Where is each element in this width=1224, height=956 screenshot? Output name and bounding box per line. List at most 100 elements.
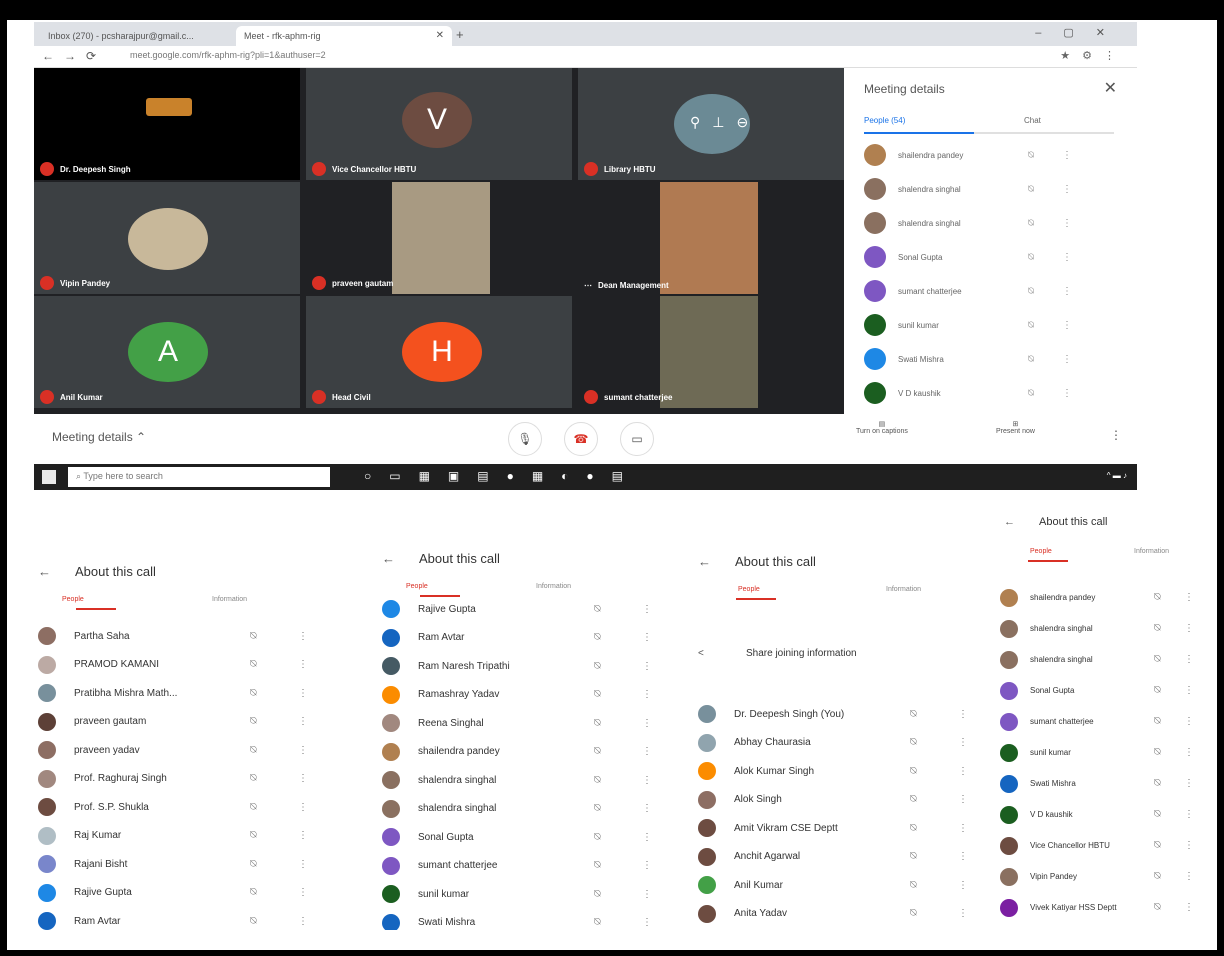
participant-row[interactable]: Rajive Gupta ⍉ ⋮ [38, 879, 308, 908]
participant-row[interactable]: Ram Avtar ⍉ ⋮ [38, 907, 308, 936]
participant-row[interactable]: Reena Singhal ⍉ ⋮ [382, 709, 652, 738]
more-icon[interactable]: ⋮ [1062, 388, 1072, 399]
participant-row[interactable]: Sonal Gupta ⍉ ⋮ [1000, 675, 1194, 706]
taskbar-search[interactable]: ⌕ Type here to search [68, 467, 330, 487]
close-icon[interactable]: ✕ [436, 30, 444, 41]
more-icon[interactable]: ⋮ [642, 775, 652, 786]
extension-icons[interactable]: ★⚙⋮ [1060, 49, 1127, 62]
participant-row[interactable]: Rajive Gupta ⍉ ⋮ [382, 595, 652, 624]
tab-information[interactable]: Information [212, 596, 247, 603]
participant-row[interactable]: shalendra singhal ⍉ ⋮ [864, 206, 1124, 240]
participant-tile[interactable]: H Head Civil [306, 296, 572, 408]
back-arrow-icon[interactable]: ← [1004, 516, 1015, 528]
mic-button[interactable]: 🎙 [508, 422, 542, 456]
more-icon[interactable]: ⋮ [642, 746, 652, 757]
more-icon[interactable]: ⋮ [642, 632, 652, 643]
participant-tile[interactable]: Vipin Pandey [34, 182, 300, 294]
more-icon[interactable]: ⋮ [298, 716, 308, 727]
more-icon[interactable]: ⋮ [1184, 623, 1194, 634]
more-icon[interactable]: ⋮ [1062, 354, 1072, 365]
back-arrow-icon[interactable]: ← [698, 554, 711, 569]
more-icon[interactable]: ⋮ [1062, 286, 1072, 297]
more-icon[interactable]: ⋮ [1184, 654, 1194, 665]
tab-gmail[interactable]: Inbox (270) - pcsharajpur@gmail.c... [40, 26, 236, 46]
participant-row[interactable]: shalendra singhal ⍉ ⋮ [1000, 613, 1194, 644]
more-icon[interactable]: ⋮ [958, 823, 968, 834]
participant-row[interactable]: praveen yadav ⍉ ⋮ [38, 736, 308, 765]
window-controls[interactable]: –▢✕ [1035, 26, 1127, 39]
url-field[interactable]: meet.google.com/rfk-aphm-rig?pli=1&authu… [130, 50, 326, 60]
participant-row[interactable]: Vivek Katiyar HSS Deptt ⍉ ⋮ [1000, 892, 1194, 923]
more-icon[interactable]: ⋮ [642, 661, 652, 672]
participant-row[interactable]: Anita Yadav ⍉ ⋮ [698, 900, 968, 929]
participant-row[interactable]: shalendra singhal ⍉ ⋮ [382, 795, 652, 824]
participant-row[interactable]: Prof. S.P. Shukla ⍉ ⋮ [38, 793, 308, 822]
more-icon[interactable]: ⋮ [958, 766, 968, 777]
more-icon[interactable]: ⋮ [1184, 747, 1194, 758]
more-icon[interactable]: ⋮ [642, 832, 652, 843]
participant-tile[interactable]: ⚲⊥⊖ Library HBTU [578, 68, 844, 180]
participant-row[interactable]: shailendra pandey ⍉ ⋮ [382, 738, 652, 767]
participant-row[interactable]: Ramashray Yadav ⍉ ⋮ [382, 681, 652, 710]
more-icon[interactable]: ⋮ [298, 631, 308, 642]
more-icon[interactable]: ⋮ [298, 916, 308, 927]
participant-row[interactable]: shailendra pandey ⍉ ⋮ [864, 138, 1124, 172]
participant-row[interactable]: Amit Vikram CSE Deptt ⍉ ⋮ [698, 814, 968, 843]
participant-row[interactable]: Dr. Deepesh Singh (You) ⍉ ⋮ [698, 700, 968, 729]
more-icon[interactable]: ⋮ [298, 659, 308, 670]
tab-people[interactable]: People [738, 586, 760, 593]
tab-people[interactable]: People (54) [864, 116, 905, 125]
more-icon[interactable]: ⋮ [642, 689, 652, 700]
system-tray[interactable]: ^ ▬ ♪ [1107, 471, 1127, 480]
participant-tile[interactable]: A Anil Kumar [34, 296, 300, 408]
participant-row[interactable]: praveen gautam ⍉ ⋮ [38, 708, 308, 737]
more-icon[interactable]: ⋮ [298, 745, 308, 756]
tab-people[interactable]: People [1030, 548, 1052, 555]
captions-button[interactable]: ▤ Turn on captions [856, 420, 908, 435]
participant-row[interactable]: Ram Naresh Tripathi ⍉ ⋮ [382, 652, 652, 681]
more-icon[interactable]: ⋮ [1184, 809, 1194, 820]
new-tab-icon[interactable]: + [456, 27, 464, 42]
meeting-details-button[interactable]: Meeting details ⌃ [52, 430, 146, 444]
more-icon[interactable]: ⋮ [958, 794, 968, 805]
more-icon[interactable]: ⋮ [642, 917, 652, 928]
tab-information[interactable]: Information [536, 583, 571, 590]
more-icon[interactable]: ⋮ [1184, 778, 1194, 789]
more-icon[interactable]: ⋮ [1184, 840, 1194, 851]
taskbar-apps[interactable]: ○▭▦▣▤●▦◐●▤ [364, 469, 641, 483]
participant-row[interactable]: Alok Singh ⍉ ⋮ [698, 786, 968, 815]
more-icon[interactable]: ⋮ [642, 860, 652, 871]
nav-buttons[interactable]: ←→⟳ [42, 49, 106, 63]
participant-row[interactable]: Vice Chancellor HBTU ⍉ ⋮ [1000, 830, 1194, 861]
participant-row[interactable]: Sonal Gupta ⍉ ⋮ [864, 240, 1124, 274]
more-icon[interactable]: ⋮ [958, 851, 968, 862]
more-icon[interactable]: ⋮ [642, 718, 652, 729]
participant-row[interactable]: shalendra singhal ⍉ ⋮ [382, 766, 652, 795]
participant-row[interactable]: shailendra pandey ⍉ ⋮ [1000, 582, 1194, 613]
tab-chat[interactable]: Chat [1024, 116, 1041, 125]
participant-row[interactable]: V D kaushik ⍉ ⋮ [864, 376, 1124, 410]
more-icon[interactable]: ⋮ [958, 880, 968, 891]
more-icon[interactable]: ⋮ [1184, 902, 1194, 913]
tab-people[interactable]: People [62, 596, 84, 603]
participant-row[interactable]: Partha Saha ⍉ ⋮ [38, 622, 308, 651]
participant-tile[interactable]: Dr. Deepesh Singh [34, 68, 300, 180]
participant-row[interactable]: shalendra singhal ⍉ ⋮ [1000, 644, 1194, 675]
more-icon[interactable]: ⋮ [1184, 592, 1194, 603]
close-icon[interactable]: ✕ [1104, 78, 1117, 98]
camera-button[interactable]: ▭ [620, 422, 654, 456]
more-icon[interactable]: ⋮ [642, 604, 652, 615]
participant-row[interactable]: Swati Mishra ⍉ ⋮ [382, 909, 652, 930]
start-button[interactable] [42, 470, 56, 484]
tab-information[interactable]: Information [886, 586, 921, 593]
participant-row[interactable]: sumant chatterjee ⍉ ⋮ [864, 274, 1124, 308]
more-icon[interactable]: ⋮ [958, 737, 968, 748]
participant-tile[interactable]: sumant chatterjee [578, 296, 844, 408]
more-icon[interactable]: ⋮ [958, 709, 968, 720]
hangup-button[interactable]: ☎ [564, 422, 598, 456]
participant-row[interactable]: V D kaushik ⍉ ⋮ [1000, 799, 1194, 830]
tab-meet[interactable]: Meet - rfk-aphm-rig ✕ [236, 26, 452, 46]
more-icon[interactable]: ⋮ [1062, 252, 1072, 263]
more-icon[interactable]: ⋮ [1184, 685, 1194, 696]
participant-row[interactable]: sumant chatterjee ⍉ ⋮ [1000, 706, 1194, 737]
